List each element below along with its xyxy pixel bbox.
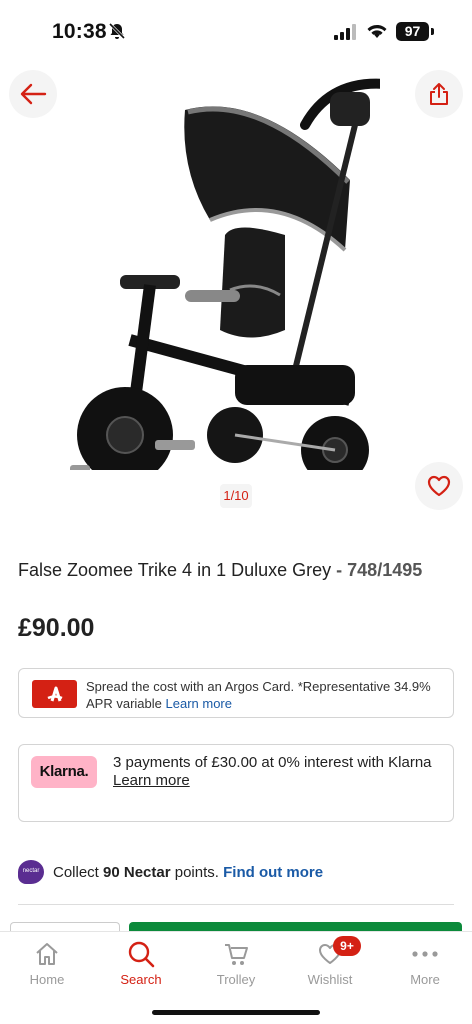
wishlist-count-badge: 9+ <box>333 936 361 956</box>
product-code: 748/1495 <box>347 560 423 580</box>
product-title: False Zoomee Trike 4 in 1 Duluxe Grey - … <box>18 560 422 581</box>
tab-home[interactable]: Home <box>0 932 94 1002</box>
klarna-logo: Klarna. <box>31 756 97 788</box>
bell-off-icon <box>108 22 126 40</box>
argos-card-text: Spread the cost with an Argos Card. *Rep… <box>86 678 446 712</box>
nectar-points: 90 Nectar <box>103 864 171 881</box>
argos-a-icon <box>47 686 62 702</box>
tab-search-label: Search <box>120 972 162 987</box>
back-button[interactable] <box>9 70 57 118</box>
status-bar: 10:38 97 <box>0 0 472 62</box>
image-pager: 1/10 <box>220 484 252 508</box>
tab-home-label: Home <box>29 972 65 987</box>
arrow-left-icon <box>20 83 47 105</box>
share-icon <box>430 83 448 105</box>
search-icon <box>127 940 155 968</box>
wifi-icon <box>367 25 387 38</box>
product-price: £90.00 <box>18 614 95 642</box>
more-icon <box>411 940 439 968</box>
section-divider <box>18 904 454 905</box>
product-image-trike <box>70 78 380 470</box>
tab-wishlist[interactable]: 9+ Wishlist <box>283 932 377 1002</box>
battery-indicator: 97 <box>396 22 429 41</box>
product-name: False Zoomee Trike 4 in 1 Duluxe Grey <box>18 560 332 580</box>
product-gallery[interactable]: 1/10 <box>0 62 472 522</box>
nectar-points-row: nectar Collect 90 Nectar points. Find ou… <box>18 860 454 884</box>
tab-more[interactable]: More <box>378 932 472 1002</box>
nectar-prefix: Collect <box>53 864 99 881</box>
battery-tip <box>431 28 434 35</box>
signal-icon <box>334 24 356 40</box>
share-button[interactable] <box>415 70 463 118</box>
klarna-learn-more-link[interactable]: Learn more <box>113 772 190 789</box>
status-time: 10:38 <box>52 20 107 43</box>
nectar-find-out-more-link[interactable]: Find out more <box>223 864 323 881</box>
tab-trolley[interactable]: Trolley <box>189 932 283 1002</box>
nectar-logo: nectar <box>18 860 44 884</box>
tab-trolley-label: Trolley <box>216 972 256 987</box>
home-icon <box>33 940 61 968</box>
klarna-offer: Klarna. 3 payments of £30.00 at 0% inter… <box>18 744 454 822</box>
nectar-text: Collect 90 Nectar points. Find out more <box>53 864 323 881</box>
argos-card-offer: Spread the cost with an Argos Card. *Rep… <box>18 668 454 718</box>
nectar-suffix: points. <box>174 864 219 881</box>
product-code-separator: - <box>336 560 348 580</box>
trolley-icon <box>222 940 250 968</box>
heart-icon <box>427 475 451 497</box>
argos-card-description: Spread the cost with an Argos Card. *Rep… <box>86 679 431 711</box>
klarna-text: 3 payments of £30.00 at 0% interest with… <box>113 754 448 790</box>
add-to-wishlist-button[interactable] <box>415 462 463 510</box>
tab-search[interactable]: Search <box>94 932 188 1002</box>
argos-card-logo <box>32 680 77 708</box>
klarna-description: 3 payments of £30.00 at 0% interest with… <box>113 754 432 771</box>
tab-wishlist-label: Wishlist <box>307 972 353 987</box>
home-indicator <box>152 1010 320 1015</box>
tab-more-label: More <box>410 972 440 987</box>
argos-learn-more-link[interactable]: Learn more <box>166 696 232 711</box>
